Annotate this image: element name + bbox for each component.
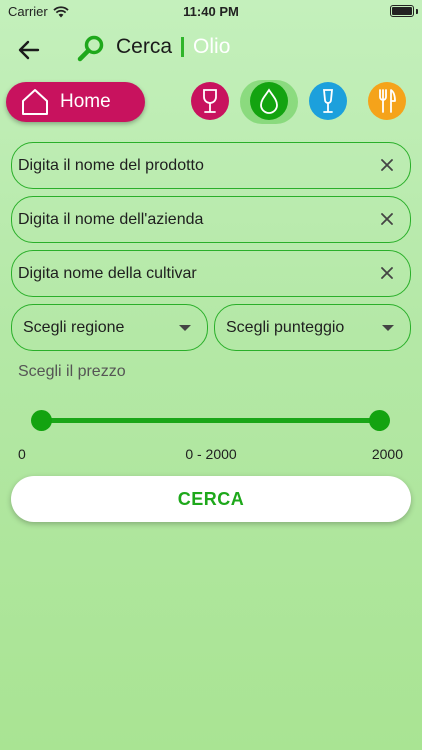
category-sparkling-button[interactable]: [309, 82, 347, 120]
clear-icon[interactable]: [380, 212, 394, 226]
battery-tip: [416, 9, 418, 14]
price-slider-min-thumb[interactable]: [31, 410, 52, 431]
title-main: Cerca: [116, 35, 173, 58]
clear-icon[interactable]: [380, 158, 394, 172]
score-select[interactable]: Scegli punteggio: [214, 304, 411, 351]
battery-icon: [390, 5, 414, 17]
price-range-label: 0 - 2000: [185, 446, 237, 462]
home-icon: [22, 89, 48, 115]
champagne-glass-icon: [323, 89, 333, 113]
region-select[interactable]: Scegli regione: [11, 304, 208, 351]
oil-drop-icon: [260, 88, 278, 114]
price-slider-track[interactable]: [41, 418, 380, 423]
fork-knife-icon: [379, 89, 396, 113]
region-select-label: Scegli regione: [23, 318, 125, 336]
product-name-input[interactable]: Digita il nome del prodotto: [11, 142, 411, 189]
price-max-label: 2000: [371, 446, 403, 462]
search-button[interactable]: CERCA: [11, 476, 411, 522]
chevron-down-icon: [179, 325, 191, 331]
cultivar-input[interactable]: Digita nome della cultivar: [11, 250, 411, 297]
title-category: Olio: [193, 35, 231, 58]
status-time: 11:40 PM: [183, 4, 239, 19]
product-name-placeholder: Digita il nome del prodotto: [18, 156, 204, 174]
price-slider-max-thumb[interactable]: [369, 410, 390, 431]
company-name-input[interactable]: Digita il nome dell'azienda: [11, 196, 411, 243]
category-restaurant-button[interactable]: [368, 82, 406, 120]
home-button[interactable]: Home: [6, 82, 145, 122]
wine-glass-icon: [203, 89, 217, 113]
status-bar: Carrier 11:40 PM: [0, 0, 422, 24]
chevron-down-icon: [382, 325, 394, 331]
search-icon: [77, 35, 104, 62]
category-wine-button[interactable]: [191, 82, 229, 120]
header: Cerca Olio: [0, 32, 422, 68]
price-label: Scegli il prezzo: [18, 363, 126, 380]
score-select-label: Scegli punteggio: [226, 318, 345, 336]
title-separator: [181, 37, 185, 57]
category-oil-button[interactable]: [250, 82, 288, 120]
clear-icon[interactable]: [380, 266, 394, 280]
home-label: Home: [60, 91, 111, 112]
back-arrow-icon[interactable]: [16, 38, 42, 62]
cultivar-placeholder: Digita nome della cultivar: [18, 264, 197, 282]
page-title: Cerca Olio: [116, 35, 230, 59]
company-name-placeholder: Digita il nome dell'azienda: [18, 210, 204, 228]
